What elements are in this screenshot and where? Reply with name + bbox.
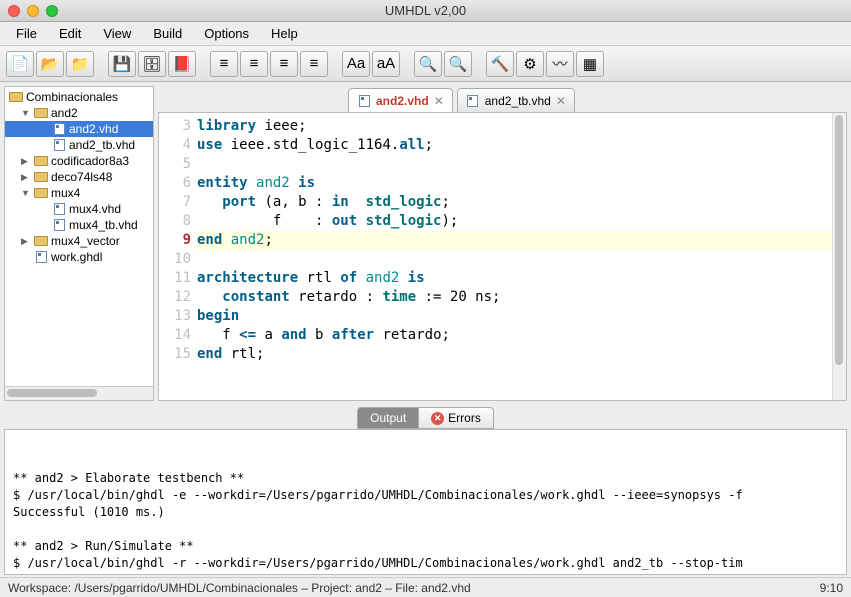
zoom-in-icon[interactable]: 🔍: [414, 51, 442, 77]
output-line: [13, 521, 838, 538]
window-title: UMHDL v2,00: [0, 3, 851, 18]
menu-build[interactable]: Build: [143, 23, 192, 44]
output-line: Successful (1010 ms.): [13, 504, 838, 521]
tree-item-label: codificador8a3: [51, 154, 129, 168]
tree-item[interactable]: ▶deco74ls48: [5, 169, 153, 185]
code-view[interactable]: library ieee;use ieee.std_logic_1164.all…: [197, 113, 832, 400]
editor-tab[interactable]: and2.vhd✕: [348, 88, 453, 112]
outdent-icon[interactable]: ≡: [270, 51, 298, 77]
indent-right-icon[interactable]: ≡: [240, 51, 268, 77]
toolbar: 📄📂📁💾🗄📕≡≡≡≡AaaA🔍🔍🔨⚙〰▦: [0, 46, 851, 82]
statusbar: Workspace: /Users/pgarrido/UMHDL/Combina…: [0, 577, 851, 597]
dedent-icon[interactable]: ≡: [300, 51, 328, 77]
tree-item-label: mux4.vhd: [69, 202, 121, 216]
tree-item-label: mux4: [51, 186, 80, 200]
save-all-icon[interactable]: 🗄: [138, 51, 166, 77]
titlebar: UMHDL v2,00: [0, 0, 851, 22]
indent-left-icon[interactable]: ≡: [210, 51, 238, 77]
code-editor[interactable]: 3456789101112131415 library ieee;use iee…: [158, 112, 847, 401]
tree-item[interactable]: and2_tb.vhd: [5, 137, 153, 153]
new-icon[interactable]: 📄: [6, 51, 34, 77]
tree-root-label: Combinacionales: [26, 90, 118, 104]
font-large-icon[interactable]: aA: [372, 51, 400, 77]
pdf-icon[interactable]: 📕: [168, 51, 196, 77]
project-sidebar: Combinacionales ▼and2and2.vhd and2_tb.vhd…: [4, 86, 154, 401]
editor-tabbar: and2.vhd✕and2_tb.vhd✕: [158, 86, 847, 112]
project-tree: Combinacionales ▼and2and2.vhd and2_tb.vhd…: [5, 87, 153, 386]
tree-item-label: work.ghdl: [51, 250, 102, 264]
folder-icon[interactable]: 📁: [66, 51, 94, 77]
tree-item-label: deco74ls48: [51, 170, 112, 184]
editor-tab[interactable]: and2_tb.vhd✕: [457, 88, 575, 112]
tree-item-label: and2_tb.vhd: [69, 138, 135, 152]
waveform-icon[interactable]: 〰: [546, 51, 574, 77]
save-icon[interactable]: 💾: [108, 51, 136, 77]
menu-file[interactable]: File: [6, 23, 47, 44]
output-line: Successful (104 ms.): [13, 572, 838, 575]
zoom-out-icon[interactable]: 🔍: [444, 51, 472, 77]
editor-scrollbar[interactable]: [832, 113, 846, 400]
tree-root[interactable]: Combinacionales: [5, 89, 153, 105]
tree-item-label: and2.vhd: [69, 122, 118, 136]
tree-item-label: mux4_tb.vhd: [69, 218, 138, 232]
output-line: ** and2 > Run/Simulate **: [13, 538, 838, 555]
tree-item[interactable]: mux4.vhd: [5, 201, 153, 217]
font-small-icon[interactable]: Aa: [342, 51, 370, 77]
error-icon: ✕: [431, 412, 444, 425]
tree-item[interactable]: ▶codificador8a3: [5, 153, 153, 169]
tree-item-label: and2: [51, 106, 78, 120]
close-tab-icon[interactable]: ✕: [556, 94, 566, 108]
menubar: FileEditViewBuildOptionsHelp: [0, 22, 851, 46]
menu-options[interactable]: Options: [194, 23, 259, 44]
output-line: $ /usr/local/bin/ghdl -r --workdir=/User…: [13, 555, 838, 572]
minimize-window-icon[interactable]: [27, 5, 39, 17]
menu-help[interactable]: Help: [261, 23, 308, 44]
errors-tab[interactable]: ✕Errors: [419, 407, 494, 429]
tree-item-label: mux4_vector: [51, 234, 120, 248]
tree-item[interactable]: mux4_tb.vhd: [5, 217, 153, 233]
tree-item[interactable]: ▶mux4_vector: [5, 233, 153, 249]
close-window-icon[interactable]: [8, 5, 20, 17]
status-left: Workspace: /Users/pgarrido/UMHDL/Combina…: [8, 581, 471, 595]
menu-edit[interactable]: Edit: [49, 23, 91, 44]
gear-icon[interactable]: ⚙: [516, 51, 544, 77]
output-line: ** and2 > Elaborate testbench **: [13, 470, 838, 487]
status-right: 9:10: [820, 581, 843, 595]
output-line: $ /usr/local/bin/ghdl -e --workdir=/User…: [13, 487, 838, 504]
bottom-tabbar: Output ✕Errors: [4, 405, 847, 429]
output-panel[interactable]: ** and2 > Elaborate testbench **$ /usr/l…: [4, 429, 847, 575]
open-icon[interactable]: 📂: [36, 51, 64, 77]
tree-item[interactable]: ▼and2: [5, 105, 153, 121]
sidebar-scrollbar[interactable]: [5, 386, 153, 400]
chip-icon[interactable]: ▦: [576, 51, 604, 77]
tree-item[interactable]: ▼mux4: [5, 185, 153, 201]
output-tab[interactable]: Output: [357, 407, 419, 429]
tree-item[interactable]: and2.vhd: [5, 121, 153, 137]
hammer-icon[interactable]: 🔨: [486, 51, 514, 77]
close-tab-icon[interactable]: ✕: [434, 94, 444, 108]
tree-item[interactable]: work.ghdl: [5, 249, 153, 265]
zoom-window-icon[interactable]: [46, 5, 58, 17]
line-gutter: 3456789101112131415: [159, 113, 197, 400]
menu-view[interactable]: View: [93, 23, 141, 44]
